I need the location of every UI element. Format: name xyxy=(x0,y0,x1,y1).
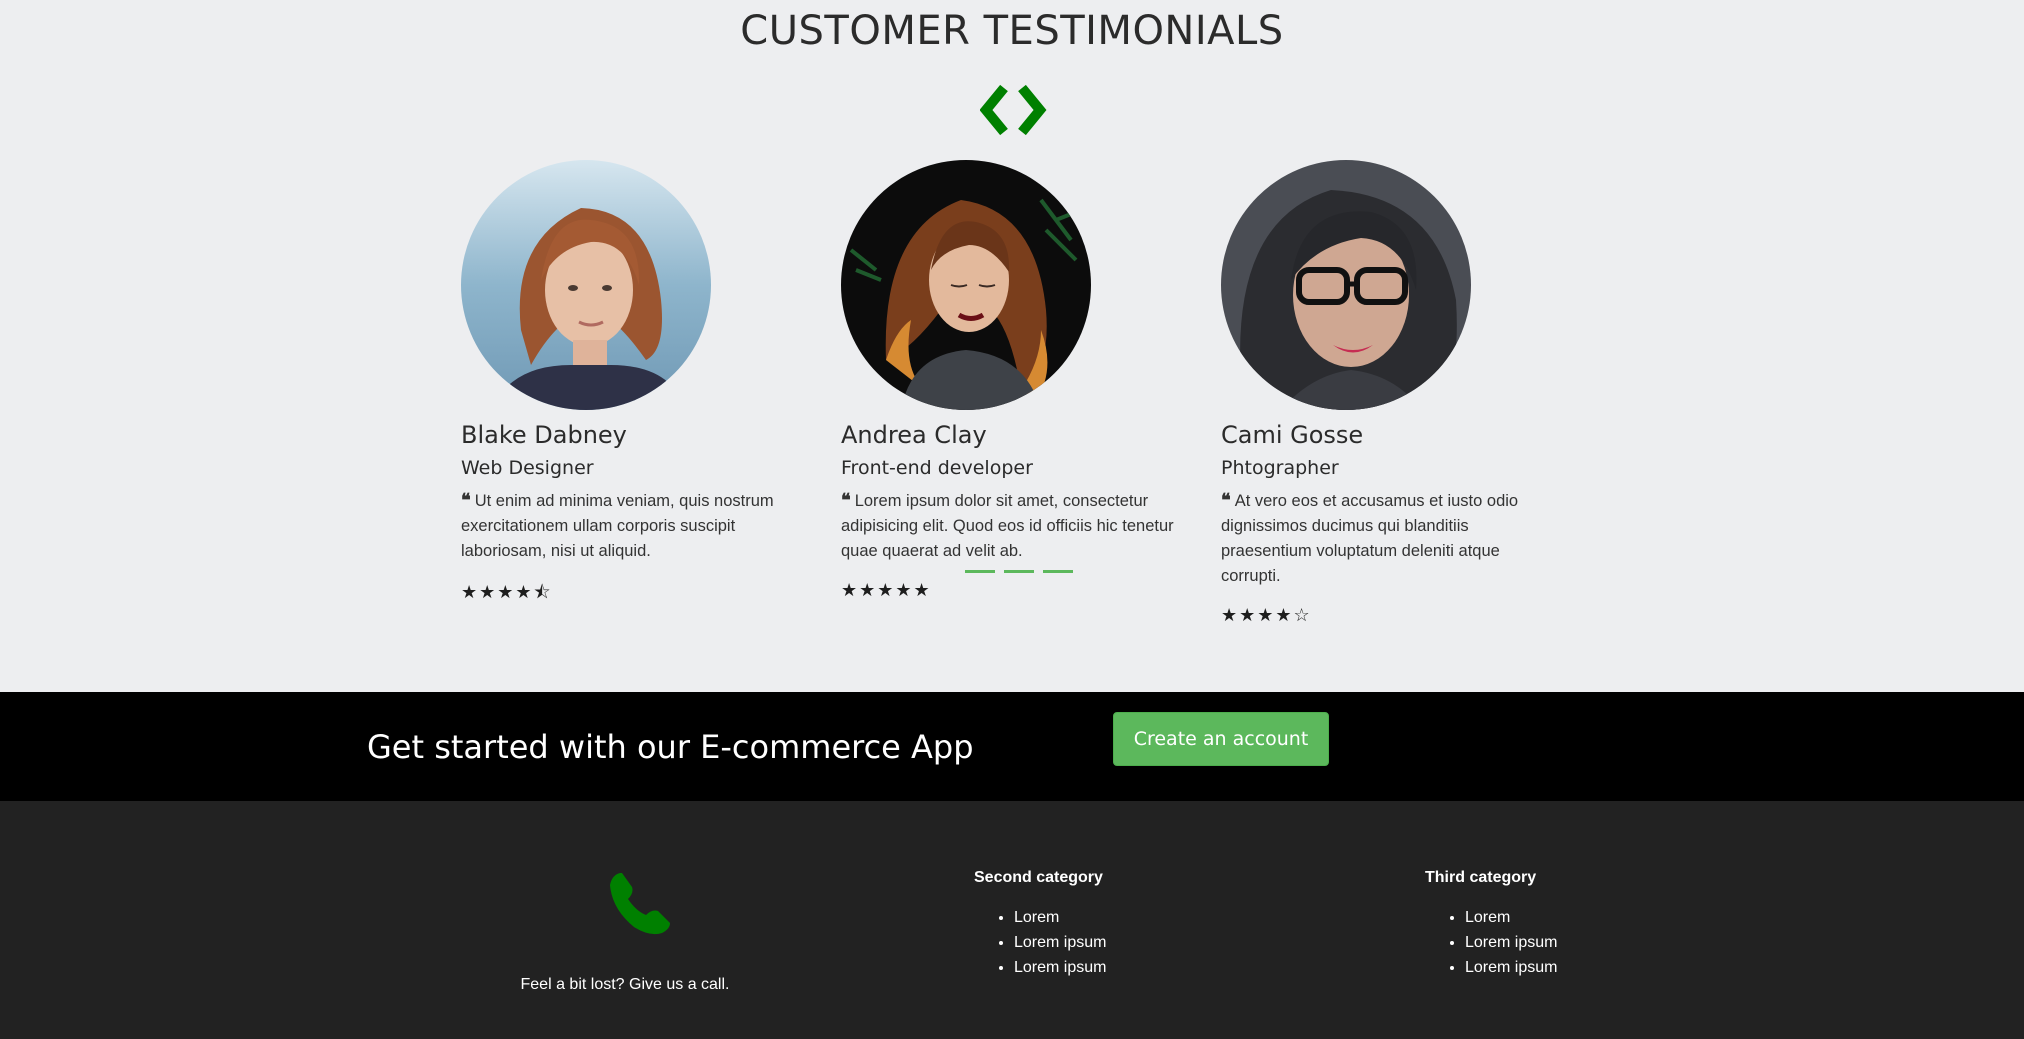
testimonial-quote: ❝ Ut enim ad minima veniam, quis nostrum … xyxy=(461,488,801,564)
testimonial-quote-text: Ut enim ad minima veniam, quis nostrum e… xyxy=(461,492,774,560)
footer-link-list: Lorem Lorem ipsum Lorem ipsum xyxy=(1425,905,1557,980)
section-title: CUSTOMER TESTIMONIALS xyxy=(740,8,1284,54)
footer-link[interactable]: Lorem ipsum xyxy=(1014,955,1106,980)
avatar-cami xyxy=(1221,160,1471,410)
carousel-indicators xyxy=(965,560,1082,578)
footer-link[interactable]: Lorem ipsum xyxy=(1465,955,1557,980)
star-rating: ★★★★☆ xyxy=(1221,605,1312,625)
avatar-blake xyxy=(461,160,711,410)
testimonial-quote-text: At vero eos et accusamus et iusto odio d… xyxy=(1221,492,1519,585)
testimonial-card: Andrea Clay Front-end developer ❝ Lorem i… xyxy=(841,160,1181,601)
footer-link-list: Lorem Lorem ipsum Lorem ipsum xyxy=(974,905,1106,980)
call-text: Feel a bit lost? Give us a call. xyxy=(520,976,730,993)
carousel-indicator-3[interactable] xyxy=(1043,570,1073,573)
testimonial-card: Cami Gosse Phtographer ❝ At vero eos et a… xyxy=(1221,160,1561,626)
testimonial-role: Front-end developer xyxy=(841,457,1033,479)
testimonial-role: Phtographer xyxy=(1221,457,1339,479)
star-rating: ★★★★★ xyxy=(841,580,932,600)
footer-category-title: Third category xyxy=(1425,869,1537,886)
footer-link[interactable]: Lorem ipsum xyxy=(1014,930,1106,955)
footer: Feel a bit lost? Give us a call. Second … xyxy=(0,801,2024,1039)
quote-icon: ❝ xyxy=(1221,490,1231,510)
testimonial-role: Web Designer xyxy=(461,457,594,479)
testimonial-card: Blake Dabney Web Designer ❝ Ut enim ad mi… xyxy=(461,160,801,610)
carousel-indicator-2[interactable] xyxy=(1004,570,1034,573)
footer-link[interactable]: Lorem xyxy=(1014,905,1106,930)
cta-banner: Get started with our E-commerce App Crea… xyxy=(0,692,2024,801)
phone-icon xyxy=(610,873,670,935)
cta-text: Get started with our E-commerce App xyxy=(367,728,974,766)
testimonial-name: Blake Dabney xyxy=(461,421,627,449)
carousel-indicator-1[interactable] xyxy=(965,570,995,573)
testimonial-quote-text: Lorem ipsum dolor sit amet, consectetur … xyxy=(841,492,1174,560)
testimonial-quote: ❝ At vero eos et accusamus et iusto odio … xyxy=(1221,488,1561,589)
footer-link[interactable]: Lorem ipsum xyxy=(1465,930,1557,955)
footer-category-title: Second category xyxy=(974,869,1103,886)
testimonial-name: Cami Gosse xyxy=(1221,421,1364,449)
testimonials-section: CUSTOMER TESTIMONIALS Blake Dabney Web D… xyxy=(0,0,2024,692)
avatar-andrea xyxy=(841,160,1091,410)
quote-icon: ❝ xyxy=(841,490,851,510)
testimonial-name: Andrea Clay xyxy=(841,421,987,449)
create-account-button[interactable]: Create an account xyxy=(1113,712,1329,766)
footer-link[interactable]: Lorem xyxy=(1465,905,1557,930)
code-icon xyxy=(980,84,1047,136)
quote-icon: ❝ xyxy=(461,490,471,510)
testimonial-quote: ❝ Lorem ipsum dolor sit amet, consectetur… xyxy=(841,488,1181,564)
footer-category-third: Third category Lorem Lorem ipsum Lorem i… xyxy=(1425,869,1557,980)
footer-category-second: Second category Lorem Lorem ipsum Lorem … xyxy=(974,869,1106,980)
star-rating: ★★★★⯪ xyxy=(461,582,553,602)
